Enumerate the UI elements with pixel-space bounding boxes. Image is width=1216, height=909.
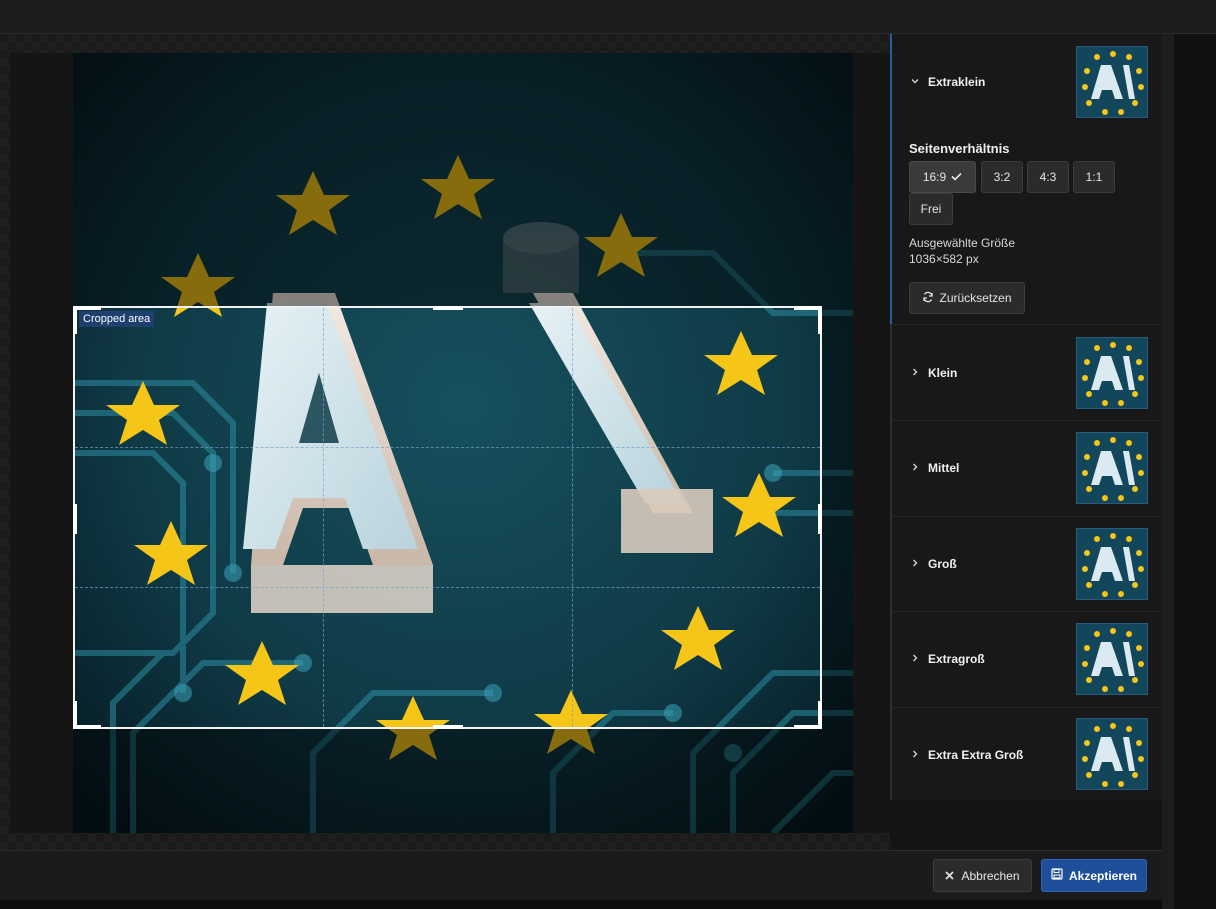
save-icon: [1051, 868, 1063, 883]
ratio-free-button[interactable]: Frei: [909, 193, 953, 225]
crop-handle-top-left[interactable]: [73, 306, 77, 334]
accept-label: Akzeptieren: [1068, 868, 1138, 883]
crop-grid-line: [323, 308, 324, 727]
cancel-button[interactable]: Abbrechen: [933, 859, 1032, 892]
variant-klein-header[interactable]: Klein: [910, 366, 957, 380]
reset-label: Zurücksetzen: [939, 291, 1012, 305]
variant-extraklein: Extraklein Seitenverhältnis 16:9 3:2 4:3…: [892, 34, 1162, 324]
chevron-right-icon: [910, 367, 920, 380]
crop-grid-line: [75, 587, 820, 588]
variant-label: Mittel: [928, 461, 960, 475]
chevron-right-icon: [910, 462, 920, 475]
variant-extragross[interactable]: Extragroß: [892, 612, 1162, 707]
crop-selection[interactable]: Cropped area: [73, 306, 822, 729]
scrollbar[interactable]: [1162, 34, 1174, 909]
crop-handle-left[interactable]: [73, 504, 77, 534]
aspect-ratio-title: Seitenverhältnis: [909, 141, 1010, 156]
crop-handle-bottom[interactable]: [433, 725, 463, 729]
selected-size-label: Ausgewählte Größe: [909, 236, 1016, 250]
variant-mittel[interactable]: Mittel: [892, 421, 1162, 516]
variant-thumbnail: [1076, 623, 1148, 695]
ratio-4-3-button[interactable]: 4:3: [1027, 161, 1069, 193]
ratio-1-1-button[interactable]: 1:1: [1073, 161, 1115, 193]
selected-size-value: 1036×582 px: [909, 252, 979, 266]
crop-handle-top-right[interactable]: [818, 306, 822, 334]
variant-label: Extragroß: [928, 652, 985, 666]
variant-extraklein-header[interactable]: Extraklein: [910, 75, 985, 89]
crop-grid-line: [572, 308, 573, 727]
reset-button[interactable]: Zurücksetzen: [909, 282, 1025, 314]
ratio-label: 3:2: [993, 170, 1011, 184]
variant-thumbnail: [1076, 528, 1148, 600]
variant-thumbnail: [1076, 432, 1148, 504]
variant-mittel-header[interactable]: Mittel: [910, 461, 959, 475]
ratio-3-2-button[interactable]: 3:2: [981, 161, 1023, 193]
check-icon: [951, 170, 962, 184]
ratio-16-9-button[interactable]: 16:9: [909, 161, 976, 193]
variant-extra-extra-gross-header[interactable]: Extra Extra Groß: [910, 748, 1023, 762]
variant-thumbnail: [1076, 337, 1148, 409]
variant-klein[interactable]: Klein: [892, 325, 1162, 420]
variant-extragross-header[interactable]: Extragroß: [910, 652, 985, 666]
cancel-label: Abbrechen: [961, 868, 1020, 883]
ratio-label: Frei: [920, 202, 942, 216]
variant-label: Extraklein: [928, 75, 986, 89]
variant-thumbnail: [1076, 46, 1148, 118]
variant-gross[interactable]: Groß: [892, 517, 1162, 612]
refresh-icon: [922, 291, 934, 306]
variant-extra-extra-gross[interactable]: Extra Extra Groß: [892, 708, 1162, 800]
variant-gross-header[interactable]: Groß: [910, 557, 957, 571]
chevron-right-icon: [910, 558, 920, 571]
variant-label: Extra Extra Groß: [928, 748, 1024, 762]
crop-handle-top[interactable]: [433, 306, 463, 310]
crop-handle-bottom-left[interactable]: [73, 725, 101, 729]
crop-variants-panel: Extraklein Seitenverhältnis 16:9 3:2 4:3…: [890, 34, 1162, 800]
chevron-right-icon: [910, 653, 920, 666]
variant-label: Klein: [928, 366, 958, 380]
scrollbar-area: [1162, 34, 1216, 909]
background-page: [0, 900, 1162, 909]
accept-button[interactable]: Akzeptieren: [1041, 859, 1147, 892]
crop-area-label: Cropped area: [79, 311, 155, 327]
variant-thumbnail: [1076, 718, 1148, 790]
ratio-label: 4:3: [1039, 170, 1057, 184]
crop-handle-top-left[interactable]: [73, 306, 101, 310]
ratio-label: 1:1: [1085, 170, 1103, 184]
close-icon: [945, 869, 955, 883]
ratio-label: 16:9: [922, 170, 947, 184]
variant-label: Groß: [928, 557, 957, 571]
crop-handle-right[interactable]: [818, 504, 822, 534]
crop-handle-bottom-left[interactable]: [73, 701, 77, 729]
crop-handle-bottom-right[interactable]: [818, 701, 822, 729]
top-bar: [0, 0, 1216, 34]
chevron-right-icon: [910, 749, 920, 762]
crop-grid-line: [75, 447, 820, 448]
chevron-down-icon: [910, 76, 920, 89]
